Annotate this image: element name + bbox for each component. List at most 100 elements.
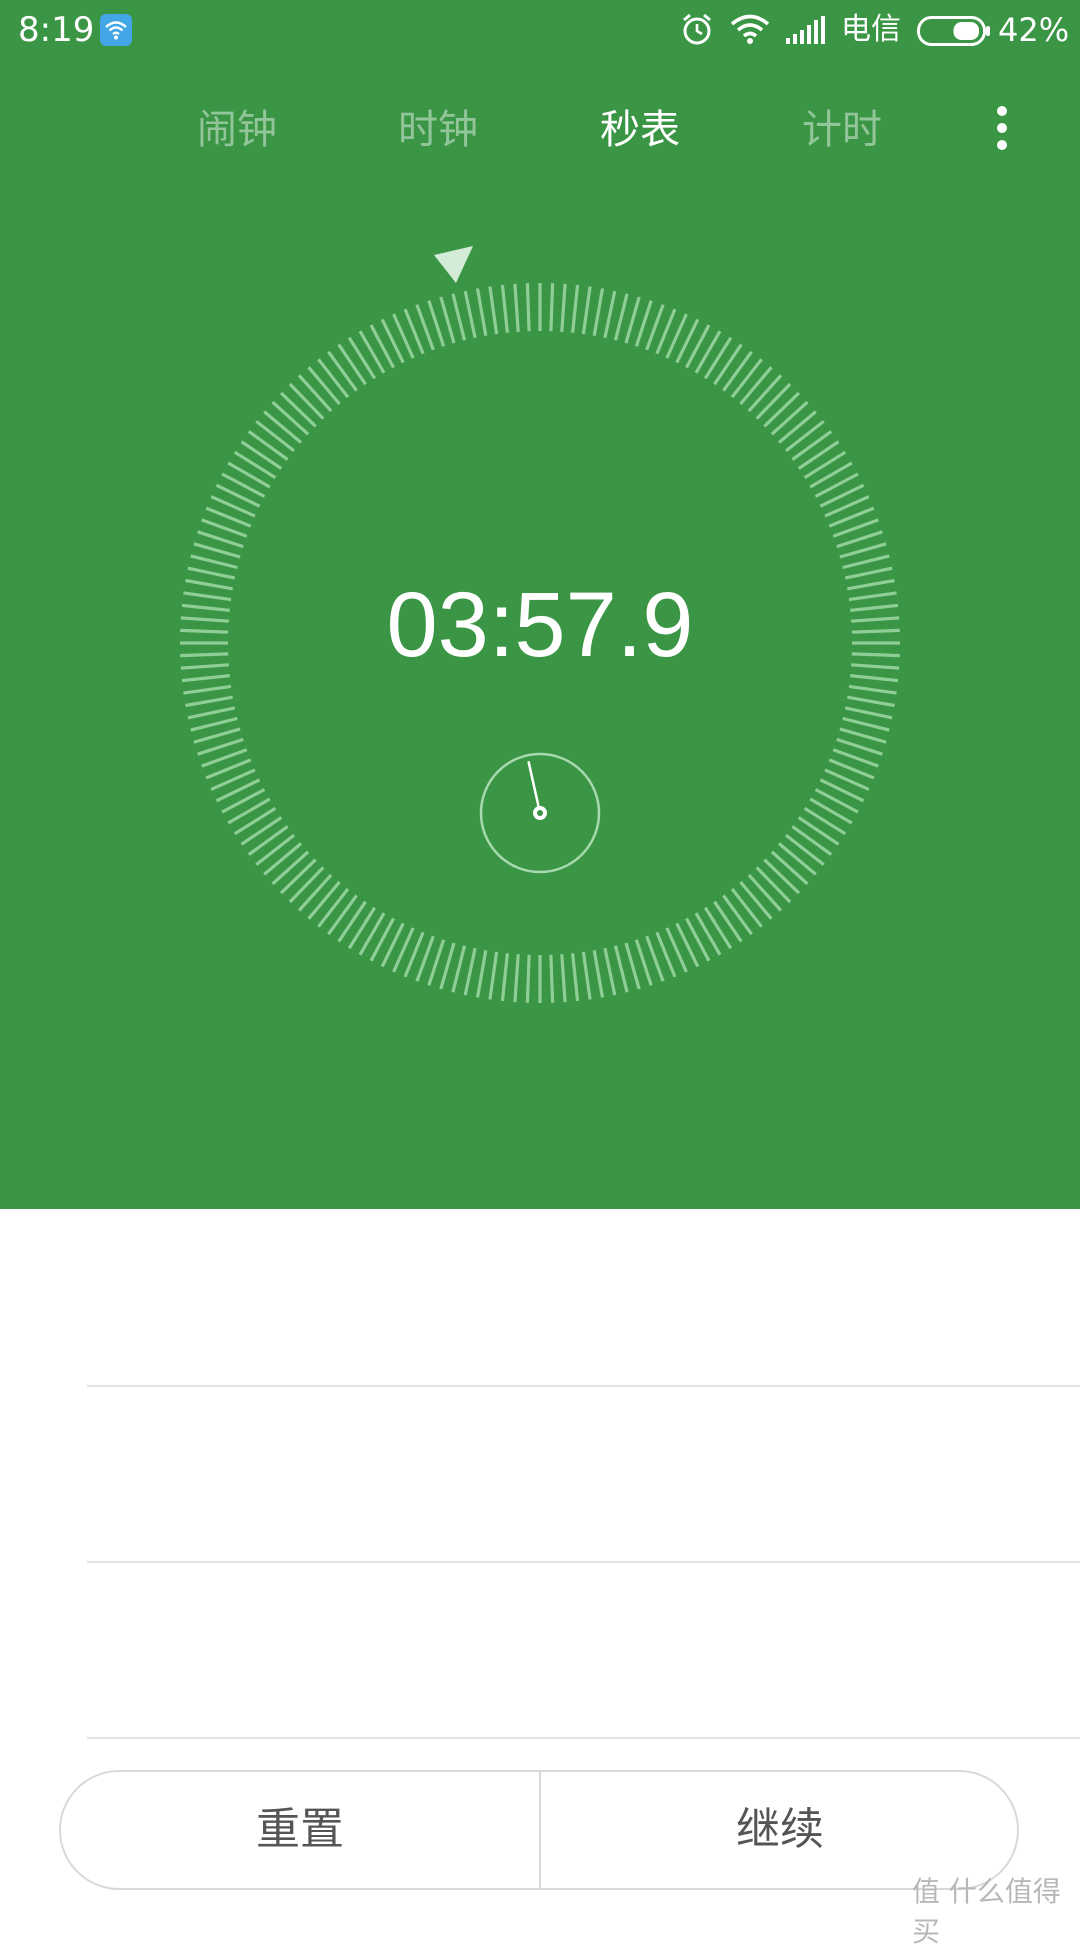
dial-tick [770, 400, 809, 436]
dial-tick [842, 554, 890, 570]
dial-tick [730, 358, 763, 399]
dial-tick [703, 336, 733, 380]
dial-tick [763, 391, 801, 428]
dial-tick [791, 825, 833, 856]
dial-tick [488, 951, 499, 1000]
dial-tick [784, 420, 825, 453]
dial-tick [183, 591, 232, 602]
dial-tick [288, 382, 325, 420]
dial-tick [797, 816, 840, 846]
dial-tick [358, 912, 386, 956]
dial-tick [307, 366, 341, 406]
dial-tick [279, 858, 317, 895]
dial-tick [624, 296, 641, 344]
dial-tick [603, 290, 617, 339]
dial-tick [347, 906, 377, 950]
dial-tick [694, 330, 722, 374]
dial-tick [549, 954, 555, 1003]
dial-tick [694, 912, 722, 956]
dial-tick [777, 410, 817, 444]
dial-tick [549, 283, 555, 332]
dial-tick [193, 542, 241, 559]
sub-dial-hand [527, 761, 542, 815]
dial-tick [809, 461, 853, 489]
dial-tick [525, 954, 531, 1003]
dial-tick [848, 684, 897, 695]
dial-tick [227, 797, 271, 825]
dial-tick [180, 628, 229, 634]
dial-tick [592, 950, 605, 998]
dial-tick [297, 873, 333, 912]
dial-tick [803, 450, 847, 480]
dial-tick [181, 603, 230, 612]
dial-tick [703, 906, 733, 950]
dial-tick [777, 842, 817, 876]
dial-tick [181, 674, 230, 683]
dial-tick [851, 628, 900, 634]
reset-button[interactable]: 重置 [61, 1772, 539, 1888]
dial-tick [839, 542, 887, 559]
dial-tick [337, 343, 367, 386]
dial-tick [685, 324, 711, 369]
dial-tick [369, 917, 395, 962]
dial-tick [560, 954, 567, 1003]
dial-tick [814, 788, 859, 814]
dial-tick [247, 430, 289, 461]
dial-tick [288, 866, 325, 904]
dial-tick [255, 420, 296, 453]
dial-tick [839, 727, 887, 744]
dial-tick [271, 850, 310, 886]
dial-tick [233, 806, 277, 836]
dial-tick [193, 727, 241, 744]
dial-tick [770, 850, 809, 886]
watermark: 值 什么值得买 [912, 1875, 1061, 1948]
dial-tick [848, 591, 897, 602]
dial-tick [613, 945, 629, 993]
dial-tick [851, 616, 900, 623]
dial-tick [685, 917, 711, 962]
lap-list-divider [87, 1385, 1080, 1387]
dial-tick [851, 652, 900, 658]
dial-tick [488, 286, 499, 335]
dial-tick [613, 293, 629, 341]
dial-tick [439, 296, 456, 344]
dial-tick [317, 887, 350, 928]
dial-tick [185, 578, 233, 591]
dial-tick [739, 880, 773, 920]
dial-tick [847, 578, 895, 591]
dial-tick [513, 954, 520, 1003]
dial-tick [747, 374, 783, 413]
dial-tick [337, 900, 367, 943]
dial-tick [791, 430, 833, 461]
dial-tick [797, 440, 840, 470]
dial-tick [327, 350, 358, 392]
dial-tick [755, 382, 792, 420]
dial-tick [463, 290, 477, 339]
dial-tick [851, 663, 900, 670]
dial-tick [347, 336, 377, 380]
dial-tick [560, 283, 567, 332]
dial-tick [475, 950, 488, 998]
dial-tick [247, 825, 289, 856]
dial-tick [713, 343, 743, 386]
elapsed-time: 03:57.9 [386, 574, 694, 676]
dial-tick [592, 288, 605, 336]
dial-tick [263, 410, 303, 444]
dial-tick [451, 293, 467, 341]
dial-tick [369, 324, 395, 369]
dial-tick [475, 288, 488, 336]
dial-tick [240, 440, 283, 470]
dial-tick [240, 816, 283, 846]
dial-tick [327, 894, 358, 936]
dial-tick [190, 554, 238, 570]
dial-tick [263, 842, 303, 876]
dial-tick [500, 953, 509, 1002]
dial-tick [279, 391, 317, 428]
dial-tick [571, 284, 580, 333]
dial-tick [451, 945, 467, 993]
sub-dial-center-dot [537, 810, 543, 816]
dial-tick [844, 566, 893, 580]
dial-tick [233, 450, 277, 480]
resume-button[interactable]: 继续 [541, 1772, 1017, 1888]
dial-tick [581, 951, 592, 1000]
